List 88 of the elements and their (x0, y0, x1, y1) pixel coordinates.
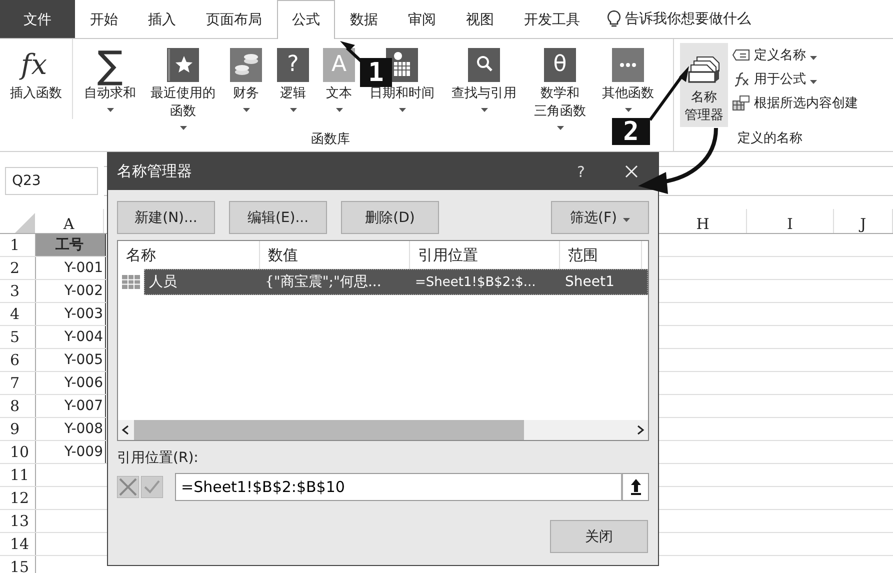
table-cell: Y-005 (64, 352, 103, 368)
dialog-button[interactable]: 编辑(E)... (229, 201, 327, 234)
book-icon: ? (277, 48, 309, 82)
column-header[interactable]: J (860, 215, 866, 233)
name-manager-button[interactable]: 名称 管理器 (680, 43, 728, 127)
ribbon-menu-button[interactable]: 根据所选内容创建 (732, 93, 858, 113)
filter-button[interactable]: 筛选(F) (551, 201, 649, 234)
upload-arrow-icon (630, 478, 642, 496)
ribbon-tab[interactable]: 开始 (75, 0, 133, 38)
row-number[interactable]: 5 (10, 328, 20, 346)
row-number[interactable]: 13 (10, 512, 30, 530)
range-grid-icon (122, 275, 140, 289)
row-number[interactable]: 6 (10, 351, 20, 369)
row-number[interactable]: 2 (10, 259, 20, 277)
ribbon-menu-button[interactable]: 定义名称 (732, 45, 858, 65)
dialog-button[interactable]: 新建(N)... (117, 201, 215, 234)
row-number[interactable]: 11 (10, 466, 30, 484)
row-number[interactable]: 1 (10, 236, 20, 254)
ribbon-tab[interactable]: 数据 (335, 0, 393, 38)
ribbon-button[interactable]: ? 逻辑 (269, 39, 317, 112)
dialog-button[interactable]: 删除(D) (341, 201, 439, 234)
column-header[interactable]: A (63, 215, 74, 233)
table-cell: Y-006 (64, 375, 103, 391)
row-number[interactable]: 10 (10, 443, 30, 461)
row-number[interactable]: 15 (10, 558, 30, 573)
name-box[interactable]: Q23 (5, 167, 98, 195)
check-icon[interactable] (141, 476, 163, 498)
ribbon-button[interactable]: 其他函数 (595, 39, 661, 112)
step-badge: 1 (360, 58, 392, 87)
table-cell: Y-002 (64, 283, 103, 299)
group-label: 定义的名称 (738, 131, 802, 146)
row-number[interactable]: 14 (10, 535, 30, 553)
tags-box-icon (687, 54, 721, 84)
function-icon (732, 71, 750, 87)
table-cell: Y-009 (64, 444, 103, 460)
row-number[interactable]: 9 (10, 420, 20, 438)
caret-icon (622, 218, 630, 222)
function-icon: fx (18, 45, 54, 85)
column-header[interactable]: H (696, 215, 710, 233)
ribbon-button[interactable]: ∑ 自动求和 (77, 39, 143, 112)
refers-to-field[interactable]: =Sheet1!$B$2:$B$10 (175, 473, 621, 501)
close-icon[interactable] (625, 165, 638, 178)
book-icon: θ (544, 48, 576, 82)
label-icon (732, 49, 750, 61)
help-button[interactable]: ? (577, 162, 585, 180)
ribbon-tab[interactable]: 开发工具 (509, 0, 595, 38)
step-badge: 2 (612, 118, 650, 145)
row-number[interactable]: 8 (10, 397, 20, 415)
row-number[interactable]: 12 (10, 489, 30, 507)
more-book-icon (612, 48, 644, 82)
collapse-dialog-button[interactable] (621, 473, 649, 501)
row-number[interactable]: 7 (10, 374, 20, 392)
ribbon-button[interactable]: θ 数学和 三角函数 (525, 39, 595, 130)
ribbon-button[interactable]: A 文本 (317, 39, 361, 112)
table-cell: Y-007 (64, 398, 103, 414)
refers-to-label: 引用位置(R): (116, 449, 200, 467)
book-icon: A (323, 48, 355, 82)
ribbon-button[interactable]: 财务 (223, 39, 269, 112)
row-number[interactable]: 4 (10, 305, 20, 323)
ribbon-tab[interactable]: 页面布局 (191, 0, 277, 38)
star-book-icon (167, 48, 199, 82)
ribbon-button[interactable]: 最近使用的 函数 (143, 39, 223, 130)
ribbon-button[interactable]: fx 插入函数 (0, 39, 73, 119)
dialog-title: 名称管理器 (117, 162, 193, 181)
table-cell: Y-008 (64, 421, 103, 437)
search-book-icon (468, 48, 500, 82)
scrollbar-thumb[interactable] (134, 420, 524, 440)
coins-book-icon (230, 48, 262, 82)
group-label: 函数库 (311, 132, 350, 147)
ribbon-tab[interactable]: 文件 (0, 0, 75, 38)
name-row[interactable]: 人员 {"商宝震";"何思... =Sheet1!$B$2:$... Sheet1 (144, 269, 648, 295)
table-cell: Y-001 (64, 260, 103, 276)
column-header[interactable]: I (786, 215, 793, 233)
sum-icon: ∑ (97, 45, 123, 85)
ribbon-tab[interactable]: 公式 (277, 0, 335, 39)
ribbon-tab[interactable]: 视图 (451, 0, 509, 38)
ribbon-button[interactable]: 查找与引用 (443, 39, 525, 112)
ribbon-menu-button[interactable]: 用于公式 (732, 69, 858, 89)
table-icon (732, 95, 750, 111)
close-button[interactable]: 关闭 (550, 520, 648, 553)
ribbon-tab[interactable]: 插入 (133, 0, 191, 38)
ribbon-tab[interactable]: 审阅 (393, 0, 451, 38)
row-number[interactable]: 3 (10, 282, 20, 300)
lightbulb-icon (607, 10, 621, 28)
tell-me-search[interactable]: 告诉我你想要做什么 (625, 10, 751, 28)
table-cell: Y-004 (64, 329, 103, 345)
table-cell: Y-003 (64, 306, 103, 322)
table-cell: 工号 (56, 236, 84, 254)
